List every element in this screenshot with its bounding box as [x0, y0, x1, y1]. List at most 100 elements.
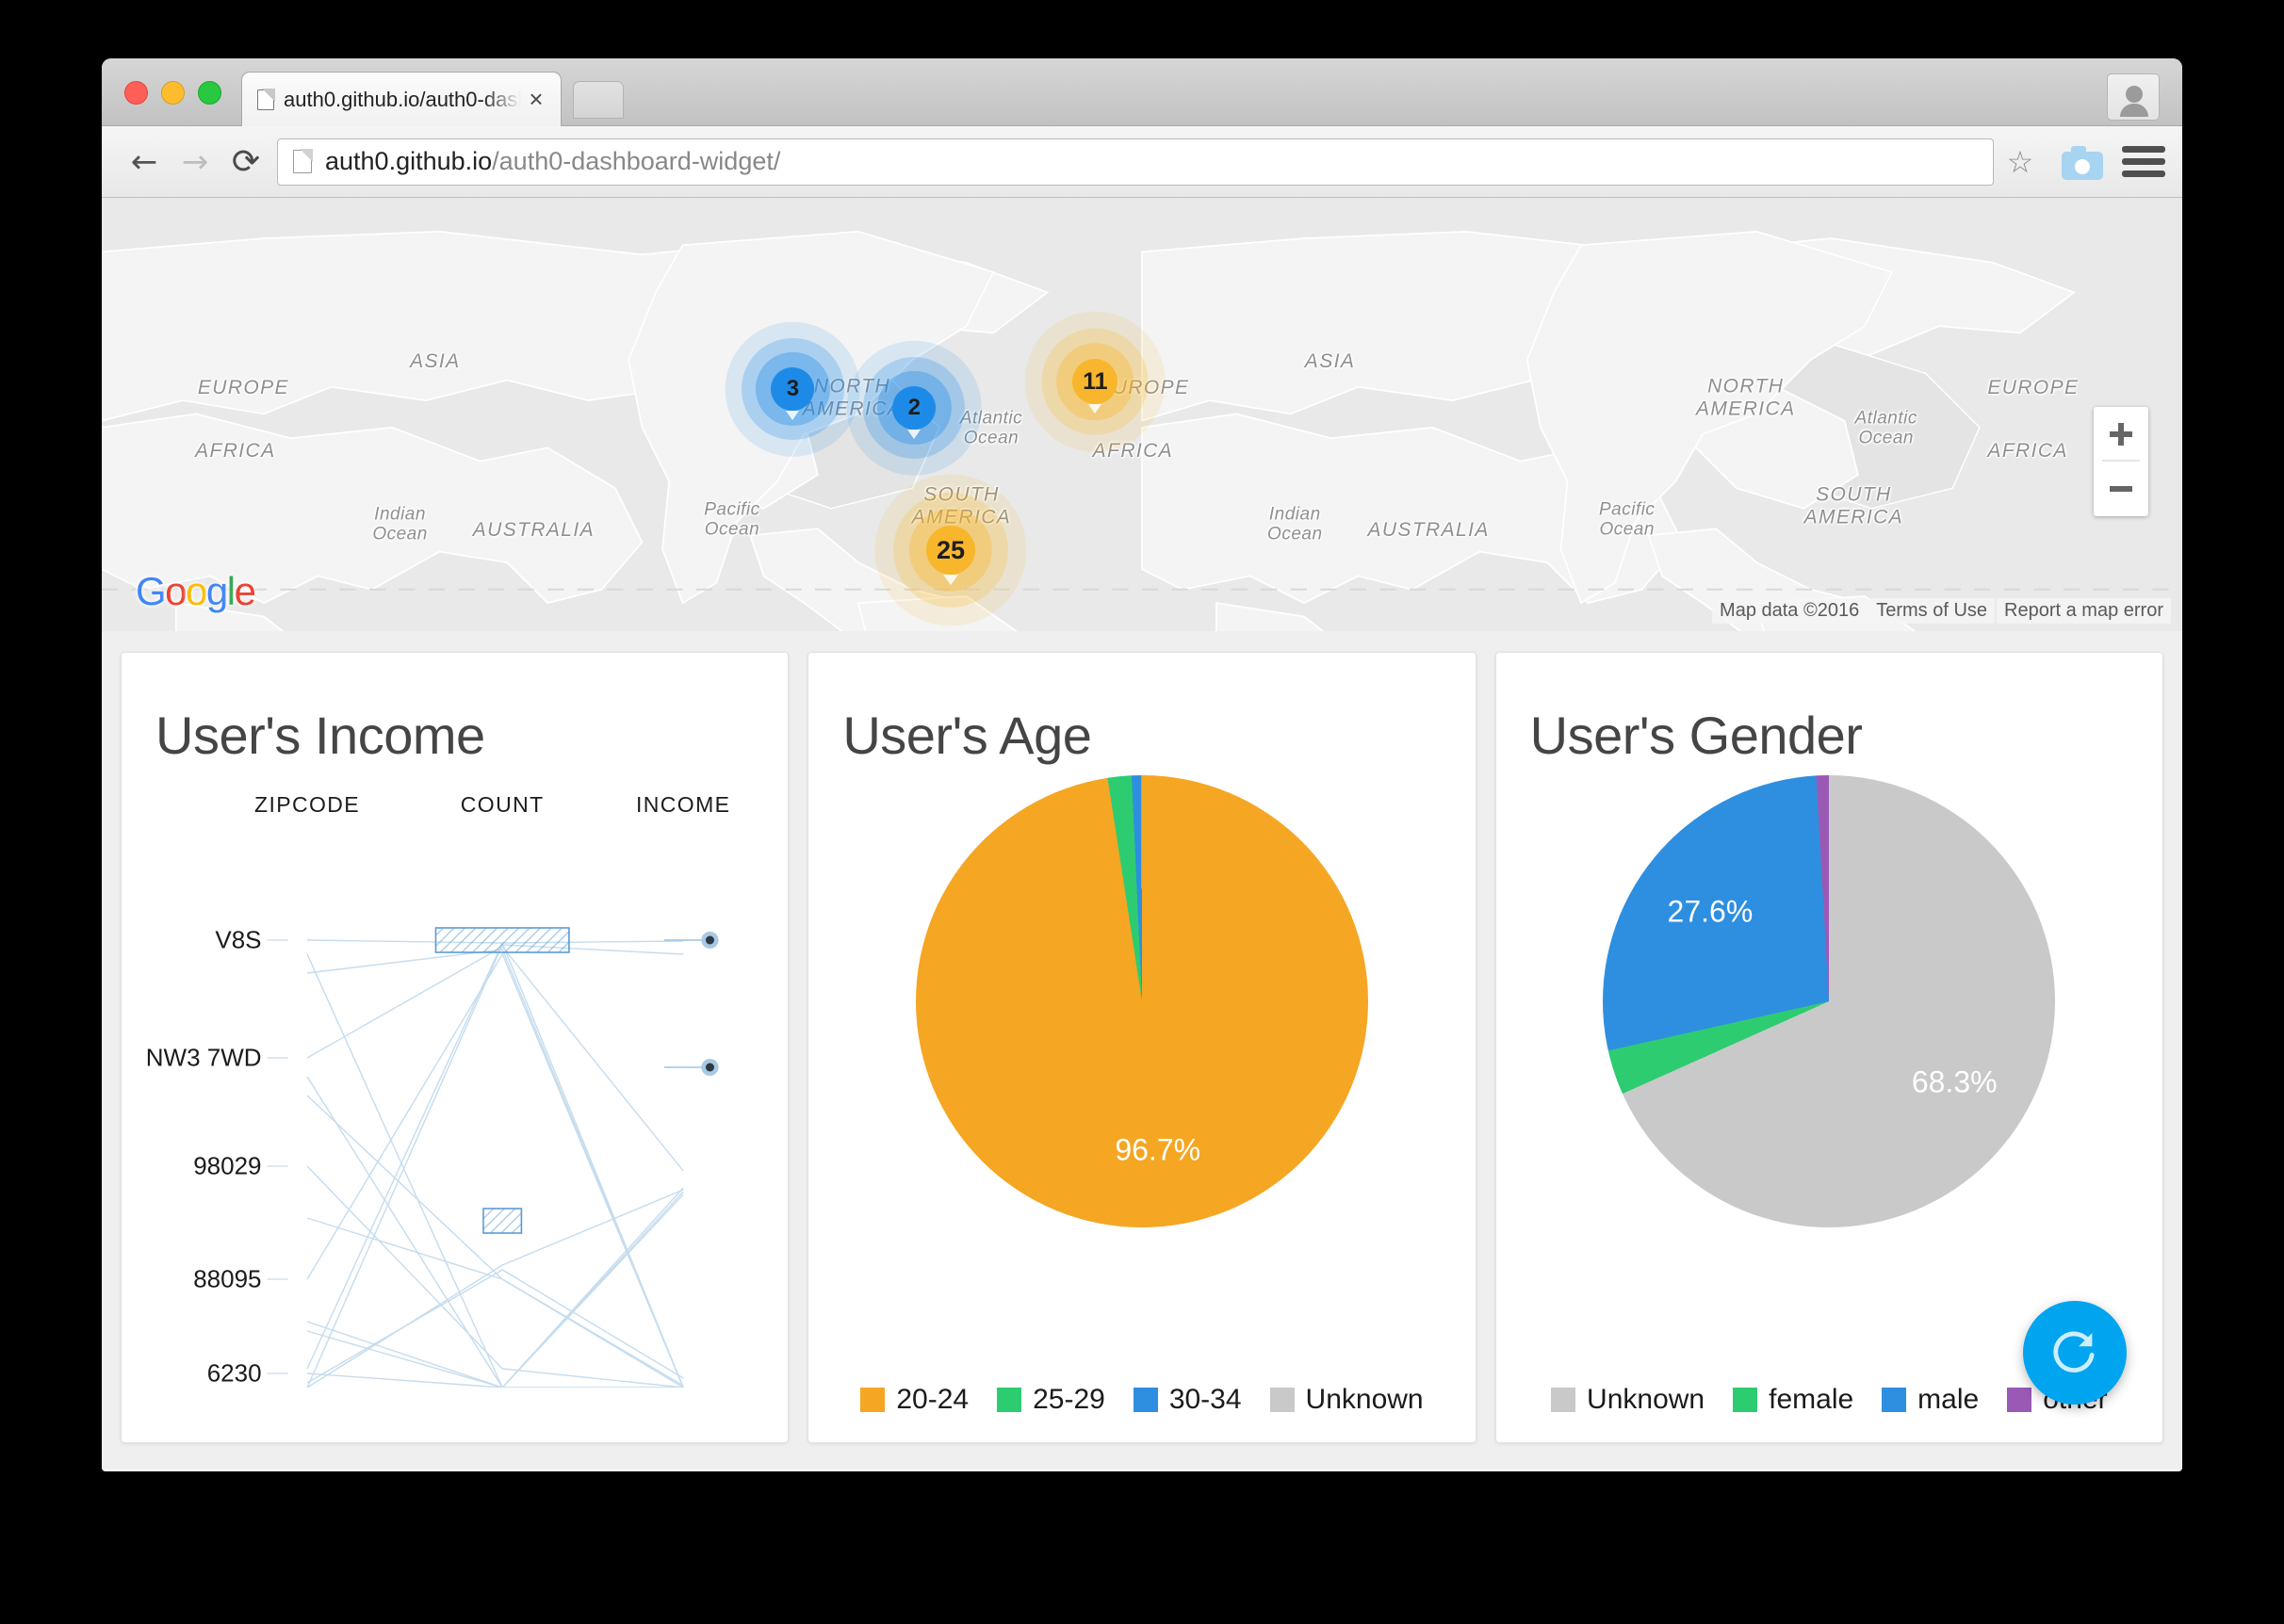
map-label: AFRICA [195, 440, 275, 463]
google-logo-letter: G [136, 569, 165, 613]
arrow-right-icon: → [182, 146, 209, 178]
pie-chart-gender[interactable]: 68.3%27.6% [1496, 766, 2162, 1331]
brush-filter[interactable] [435, 928, 568, 952]
parallel-coordinates-lines [122, 766, 788, 1388]
data-point[interactable] [706, 1064, 714, 1072]
legend-swatch [1134, 1388, 1158, 1412]
legend-swatch [860, 1388, 885, 1412]
reload-icon: ⟳ [232, 142, 260, 181]
legend-label: 25-29 [1033, 1384, 1105, 1416]
report-map-error-link[interactable]: Report a map error [1997, 598, 2171, 624]
map-label: NORTH AMERICA [1696, 375, 1795, 419]
map-marker[interactable]: 3 [771, 367, 814, 411]
map-marker-stem [943, 575, 958, 585]
address-bar[interactable]: auth0.github.io/auth0-dashboard-widget/ [277, 138, 1994, 186]
legend-item[interactable]: Unknown [1551, 1384, 1705, 1416]
map-marker[interactable]: 11 [1072, 359, 1118, 404]
legend-swatch [1270, 1388, 1295, 1412]
legend-swatch [1882, 1388, 1906, 1412]
person-icon [2126, 86, 2143, 103]
minimize-window-button[interactable] [161, 81, 185, 105]
menu-icon[interactable] [2122, 140, 2165, 183]
map-label: Atlantic Ocean [1855, 409, 1917, 449]
google-logo-letter: o [165, 569, 186, 613]
legend-item[interactable]: Unknown [1270, 1384, 1424, 1416]
map-zoom-controls [2094, 407, 2148, 516]
map-zoom-in-button[interactable] [2094, 407, 2148, 462]
back-button[interactable]: ← [119, 137, 170, 187]
data-line [307, 1096, 683, 1386]
map-label: SOUTH AMERICA [1804, 483, 1903, 528]
close-window-button[interactable] [124, 81, 148, 105]
card-users-gender: User's Gender 68.3%27.6% Unknown female ma… [1495, 652, 2163, 1443]
page-viewport: ASIAEUROPEAFRICAIndian OceanAUSTRALIAPac… [102, 198, 2182, 1470]
new-tab-button[interactable] [573, 81, 624, 119]
plus-icon-vertical [2118, 423, 2124, 446]
browser-tab[interactable]: auth0.github.io/auth0-dash × [241, 72, 562, 126]
parallel-coordinates-chart[interactable]: ZIPCODECOUNTINCOMEV8SNW3 7WD980298809562… [122, 766, 788, 1388]
world-map[interactable]: ASIAEUROPEAFRICAIndian OceanAUSTRALIAPac… [102, 198, 2182, 631]
browser-window: auth0.github.io/auth0-dash × ← → ⟳ auth0… [102, 58, 2182, 1471]
legend-age: 20-24 25-29 30-34 Unknown [808, 1384, 1475, 1416]
map-label: AUSTRALIA [473, 519, 595, 542]
pie-slice-percentage: 96.7% [1115, 1132, 1200, 1167]
axis-tick-label: 88095 [193, 1265, 261, 1294]
legend-item[interactable]: 25-29 [997, 1384, 1105, 1416]
legend-item[interactable]: 30-34 [1134, 1384, 1242, 1416]
legend-item[interactable]: 20-24 [860, 1384, 969, 1416]
url-path: /auth0-dashboard-widget/ [492, 147, 780, 175]
legend-label: 20-24 [896, 1384, 969, 1416]
map-marker-count[interactable]: 3 [771, 367, 814, 411]
map-marker-count[interactable]: 25 [926, 526, 975, 575]
refresh-button[interactable] [2023, 1301, 2127, 1405]
card-users-income: User's Income ZIPCODECOUNTINCOMEV8SNW3 7… [121, 652, 789, 1443]
minus-icon [2110, 486, 2132, 492]
brush-filter[interactable] [483, 1209, 521, 1233]
map-marker[interactable]: 2 [892, 386, 936, 430]
legend-item[interactable]: male [1882, 1384, 1979, 1416]
terms-of-use-link[interactable]: Terms of Use [1868, 598, 1995, 624]
legend-item[interactable]: female [1733, 1384, 1853, 1416]
address-bar-url: auth0.github.io/auth0-dashboard-widget/ [325, 147, 780, 176]
dashboard-cards: User's Income ZIPCODECOUNTINCOMEV8SNW3 7… [102, 631, 2182, 1443]
data-point[interactable] [706, 936, 714, 945]
google-logo-letter: e [235, 569, 255, 613]
legend-label: Unknown [1587, 1384, 1705, 1416]
legend-label: 30-34 [1169, 1384, 1242, 1416]
map-marker-count[interactable]: 2 [892, 386, 936, 430]
close-icon[interactable]: × [525, 89, 547, 111]
legend-swatch [2007, 1388, 2031, 1412]
legend-label: male [1917, 1384, 1979, 1416]
camera-icon[interactable] [2058, 142, 2107, 182]
profile-avatar-button[interactable] [2107, 73, 2160, 121]
map-label: Indian Ocean [372, 505, 427, 545]
axis-label: COUNT [461, 792, 545, 818]
axis-tick-label: 6230 [207, 1359, 262, 1389]
map-label: Pacific Ocean [704, 500, 759, 541]
legend-label: female [1769, 1384, 1853, 1416]
map-label: AFRICA [1987, 440, 2067, 463]
browser-tab-strip: auth0.github.io/auth0-dash × [102, 58, 2182, 126]
map-marker[interactable]: 25 [926, 526, 975, 575]
axis-label: INCOME [636, 792, 730, 818]
card-users-age: User's Age 96.7% 20-2425-2930-34Unknown [808, 652, 1476, 1443]
google-logo: Google [136, 569, 254, 614]
map-zoom-out-button[interactable] [2094, 462, 2148, 516]
menu-bar-1 [2122, 146, 2165, 153]
map-marker-count[interactable]: 11 [1072, 359, 1118, 404]
pie-chart-age[interactable]: 96.7% [808, 766, 1475, 1331]
data-line [307, 947, 683, 1171]
map-data-copyright: Map data ©2016 [1712, 598, 1867, 624]
legend-label: Unknown [1306, 1384, 1424, 1416]
reload-button[interactable]: ⟳ [220, 137, 271, 187]
pie-chart-gender-graphic[interactable] [1603, 775, 2055, 1227]
forward-button[interactable]: → [170, 137, 220, 187]
page-title: User's Gender [1496, 653, 2162, 766]
pie-slice-percentage: 68.3% [1912, 1065, 1998, 1100]
refresh-icon [2047, 1325, 2102, 1380]
maximize-window-button[interactable] [198, 81, 221, 105]
data-line [307, 954, 683, 1388]
axis-label: ZIPCODE [254, 792, 360, 818]
page-document-icon [257, 89, 274, 110]
bookmark-star-icon[interactable]: ☆ [2001, 144, 2039, 180]
